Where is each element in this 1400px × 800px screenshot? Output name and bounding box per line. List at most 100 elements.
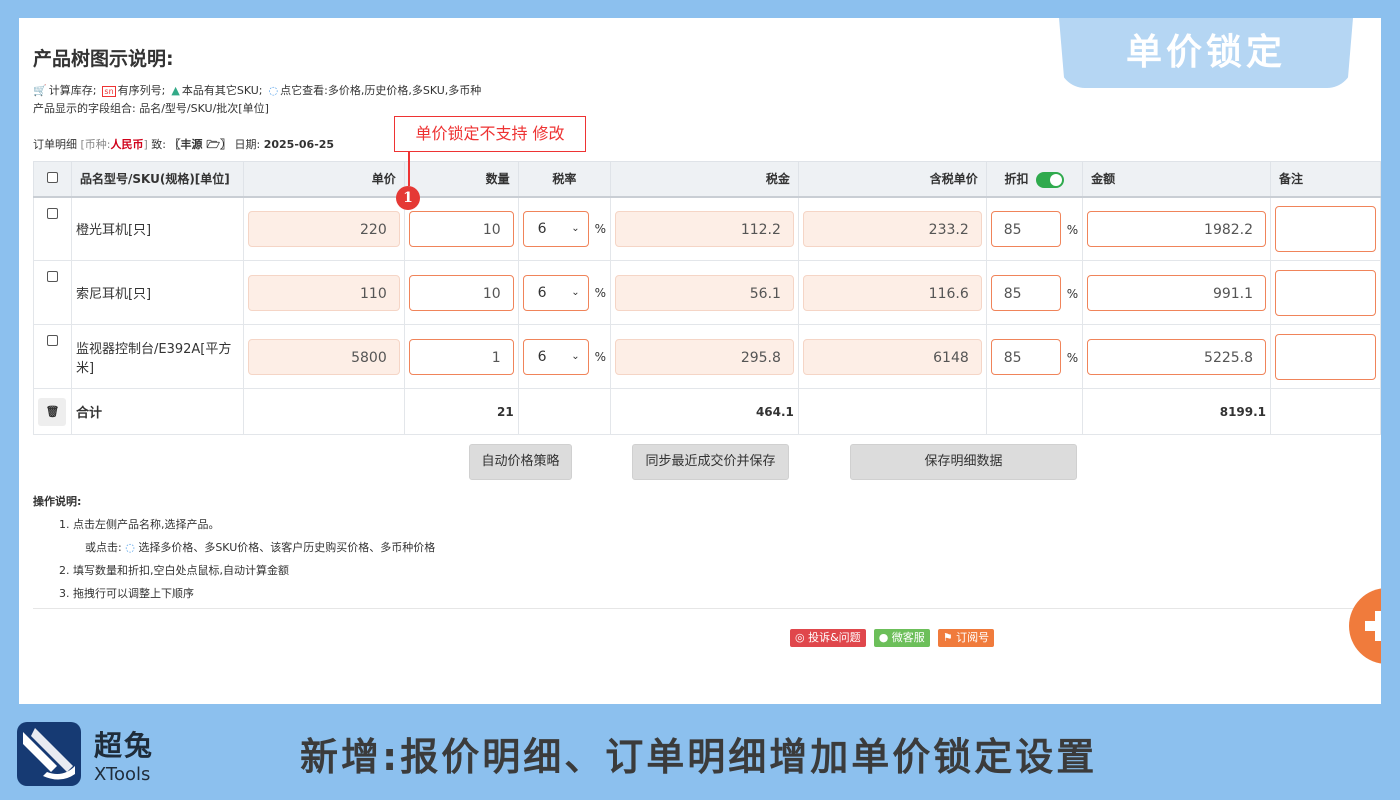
order-info: 订单明细 [币种:人民币] 致: 〖丰源 🗁〗 日期: 2025-06-25 [33,136,334,155]
callout-marker: 1 [396,186,420,210]
wechat-badge[interactable]: ● 微客服 [873,629,930,647]
save-detail-button[interactable]: 保存明细数据 [850,444,1077,480]
date-label: 日期: [234,138,261,151]
row-checkbox[interactable] [46,207,58,219]
chevron-down-icon: ⌄ [571,351,580,362]
table-row[interactable]: 橙光耳机[只] 220 10 6 ⌄% 112.2 233.2 85% 1982.… [33,196,1381,261]
footer-badges: ◎ 投诉&问题 ● 微客服 ⚑ 订阅号 [790,629,995,647]
tax-price-field: 233.2 [802,210,982,247]
total-label: 合计 [70,388,244,435]
row-checkbox[interactable] [46,335,58,346]
qty-input[interactable]: 10 [408,274,514,311]
product-name[interactable]: 索尼耳机[只] [70,260,244,325]
currency-label: [币种: [80,138,111,151]
price-locked-field: 110 [247,274,400,311]
note-input[interactable] [1275,205,1376,252]
order-label: 订单明细 [33,138,77,151]
table-row[interactable]: 监视器控制台/E392A[平方米] 5800 1 6 ⌄% 295.8 6148 … [33,324,1381,389]
legend: 🛒 计算库存; sn 有序列号; ▲ 本品有其它SKU; ◌ 点它查看:多价格,历史价格… [33,82,481,98]
select-all-checkbox[interactable] [46,171,58,183]
total-row: 🗑 合计 21 464.1 8199.1 [33,388,1381,435]
col-note: 备注 [1270,161,1381,198]
ops-title: 操作说明: [33,495,82,508]
percent-sign: % [594,349,607,364]
legend-cart-text: 计算库存; [48,84,97,97]
discount-input[interactable]: 85 [990,338,1061,375]
main-panel: 单价锁定 产品树图示说明: 🛒 计算库存; sn 有序列号; ▲ 本品有其它SKU; … [19,18,1381,704]
chat-bubble-icon: ◌ [268,84,279,97]
tax-rate-select[interactable]: 6 ⌄ [522,338,589,375]
callout-line [408,152,410,186]
customer-value[interactable]: 〖丰源 🗁〗 [170,138,231,151]
table-row[interactable]: 索尼耳机[只] 110 10 6 ⌄% 56.1 116.6 85% 991.1 [33,260,1381,325]
discount-input[interactable]: 85 [990,210,1061,247]
corner-title: 单价锁定 [1125,32,1286,73]
price-locked-field: 220 [247,210,400,247]
legend-sn-text: 有序列号; [117,84,166,97]
note-input[interactable] [1275,333,1376,380]
amount-input[interactable]: 991.1 [1087,274,1267,311]
serial-number-icon: sn [102,86,116,97]
currency-value[interactable]: 人民币 [111,138,144,151]
qty-input[interactable]: 10 [408,210,514,247]
tax-field: 295.8 [615,338,794,375]
tax-rate-select[interactable]: 6 ⌄ [522,274,589,311]
subscribe-badge[interactable]: ⚑ 订阅号 [937,629,995,647]
col-tax-rate: 税率 [517,161,612,198]
discount-input[interactable]: 85 [990,274,1061,311]
percent-sign: % [1066,287,1079,301]
price-locked-field: 5800 [247,338,400,375]
brand-name-cn: 超兔 [94,729,155,762]
discount-toggle[interactable] [1036,171,1065,188]
date-value: 2025-06-25 [263,138,335,151]
ops-step2: 2. 填写数量和折扣,空白处点鼠标,自动计算金额 [59,564,289,577]
note-input[interactable] [1275,269,1376,316]
customer-label: 致: [151,138,167,151]
amount-input[interactable]: 1982.2 [1087,210,1267,247]
qty-input[interactable]: 1 [408,338,514,375]
row-checkbox[interactable] [46,271,58,282]
xtools-logo-icon [17,722,81,786]
tax-rate-select[interactable]: 6 ⌄ [522,210,589,247]
percent-sign: % [1066,351,1079,365]
ops-step1: 1. 点击左侧产品名称,选择产品。 [59,518,220,531]
product-name[interactable]: 监视器控制台/E392A[平方米] [70,324,244,389]
tax-field: 56.1 [615,274,794,311]
page-title: 产品树图示说明: [33,48,174,70]
tax-price-field: 6148 [802,338,982,375]
percent-sign: % [1066,223,1079,238]
order-detail-table: 品名型号/SKU(规格)[单位] 单价 数量 税率 税金 含税单价 折扣 金额 … [33,161,1381,435]
complaint-label: 投诉&问题 [808,631,861,644]
ops-step1b: 或点击: ◌ 选择多价格、多SKU价格、该客户历史购买价格、多币种价格 [33,536,435,559]
chat-bubble-icon[interactable]: ◌ [125,541,135,554]
col-name: 品名型号/SKU(规格)[单位] [70,161,244,198]
percent-sign: % [594,221,607,236]
flag-icon: ⚑ [942,631,953,644]
legend-view-text: 点它查看:多价格,历史价格,多SKU,多币种 [280,84,482,97]
legend-fields: 产品显示的字段组合: 品名/型号/SKU/批次[单位] [33,102,269,115]
col-qty: 数量 [403,161,519,198]
brand-name-en: XTools [94,764,151,785]
subscribe-label: 订阅号 [956,631,990,644]
sync-price-button[interactable]: 同步最近成交价并保存 [632,444,789,480]
ops-step3: 3. 拖拽行可以调整上下顺序 [59,587,194,600]
product-name[interactable]: 橙光耳机[只] [70,196,244,261]
col-price: 单价 [242,161,405,198]
total-qty: 21 [403,388,519,435]
total-tax: 464.1 [610,388,799,435]
auto-price-button[interactable]: 自动价格策略 [469,444,572,480]
divider [33,608,1381,609]
currency-close: ] [143,138,148,151]
tax-rate-value: 6 [537,220,547,237]
wechat-icon: ● [878,631,889,644]
col-amount: 金额 [1082,161,1272,198]
footer-title: 新增:报价明细、订单明细增加单价锁定设置 [300,735,1098,779]
cart-icon: 🛒 [33,84,47,97]
amount-input[interactable]: 5225.8 [1087,338,1267,375]
wechat-label: 微客服 [891,631,925,644]
trash-icon[interactable]: 🗑 [38,397,67,426]
add-floating-button[interactable] [1349,588,1381,664]
complaint-badge[interactable]: ◎ 投诉&问题 [790,629,866,647]
chevron-down-icon: ⌄ [571,287,580,298]
total-amount: 8199.1 [1082,388,1272,435]
